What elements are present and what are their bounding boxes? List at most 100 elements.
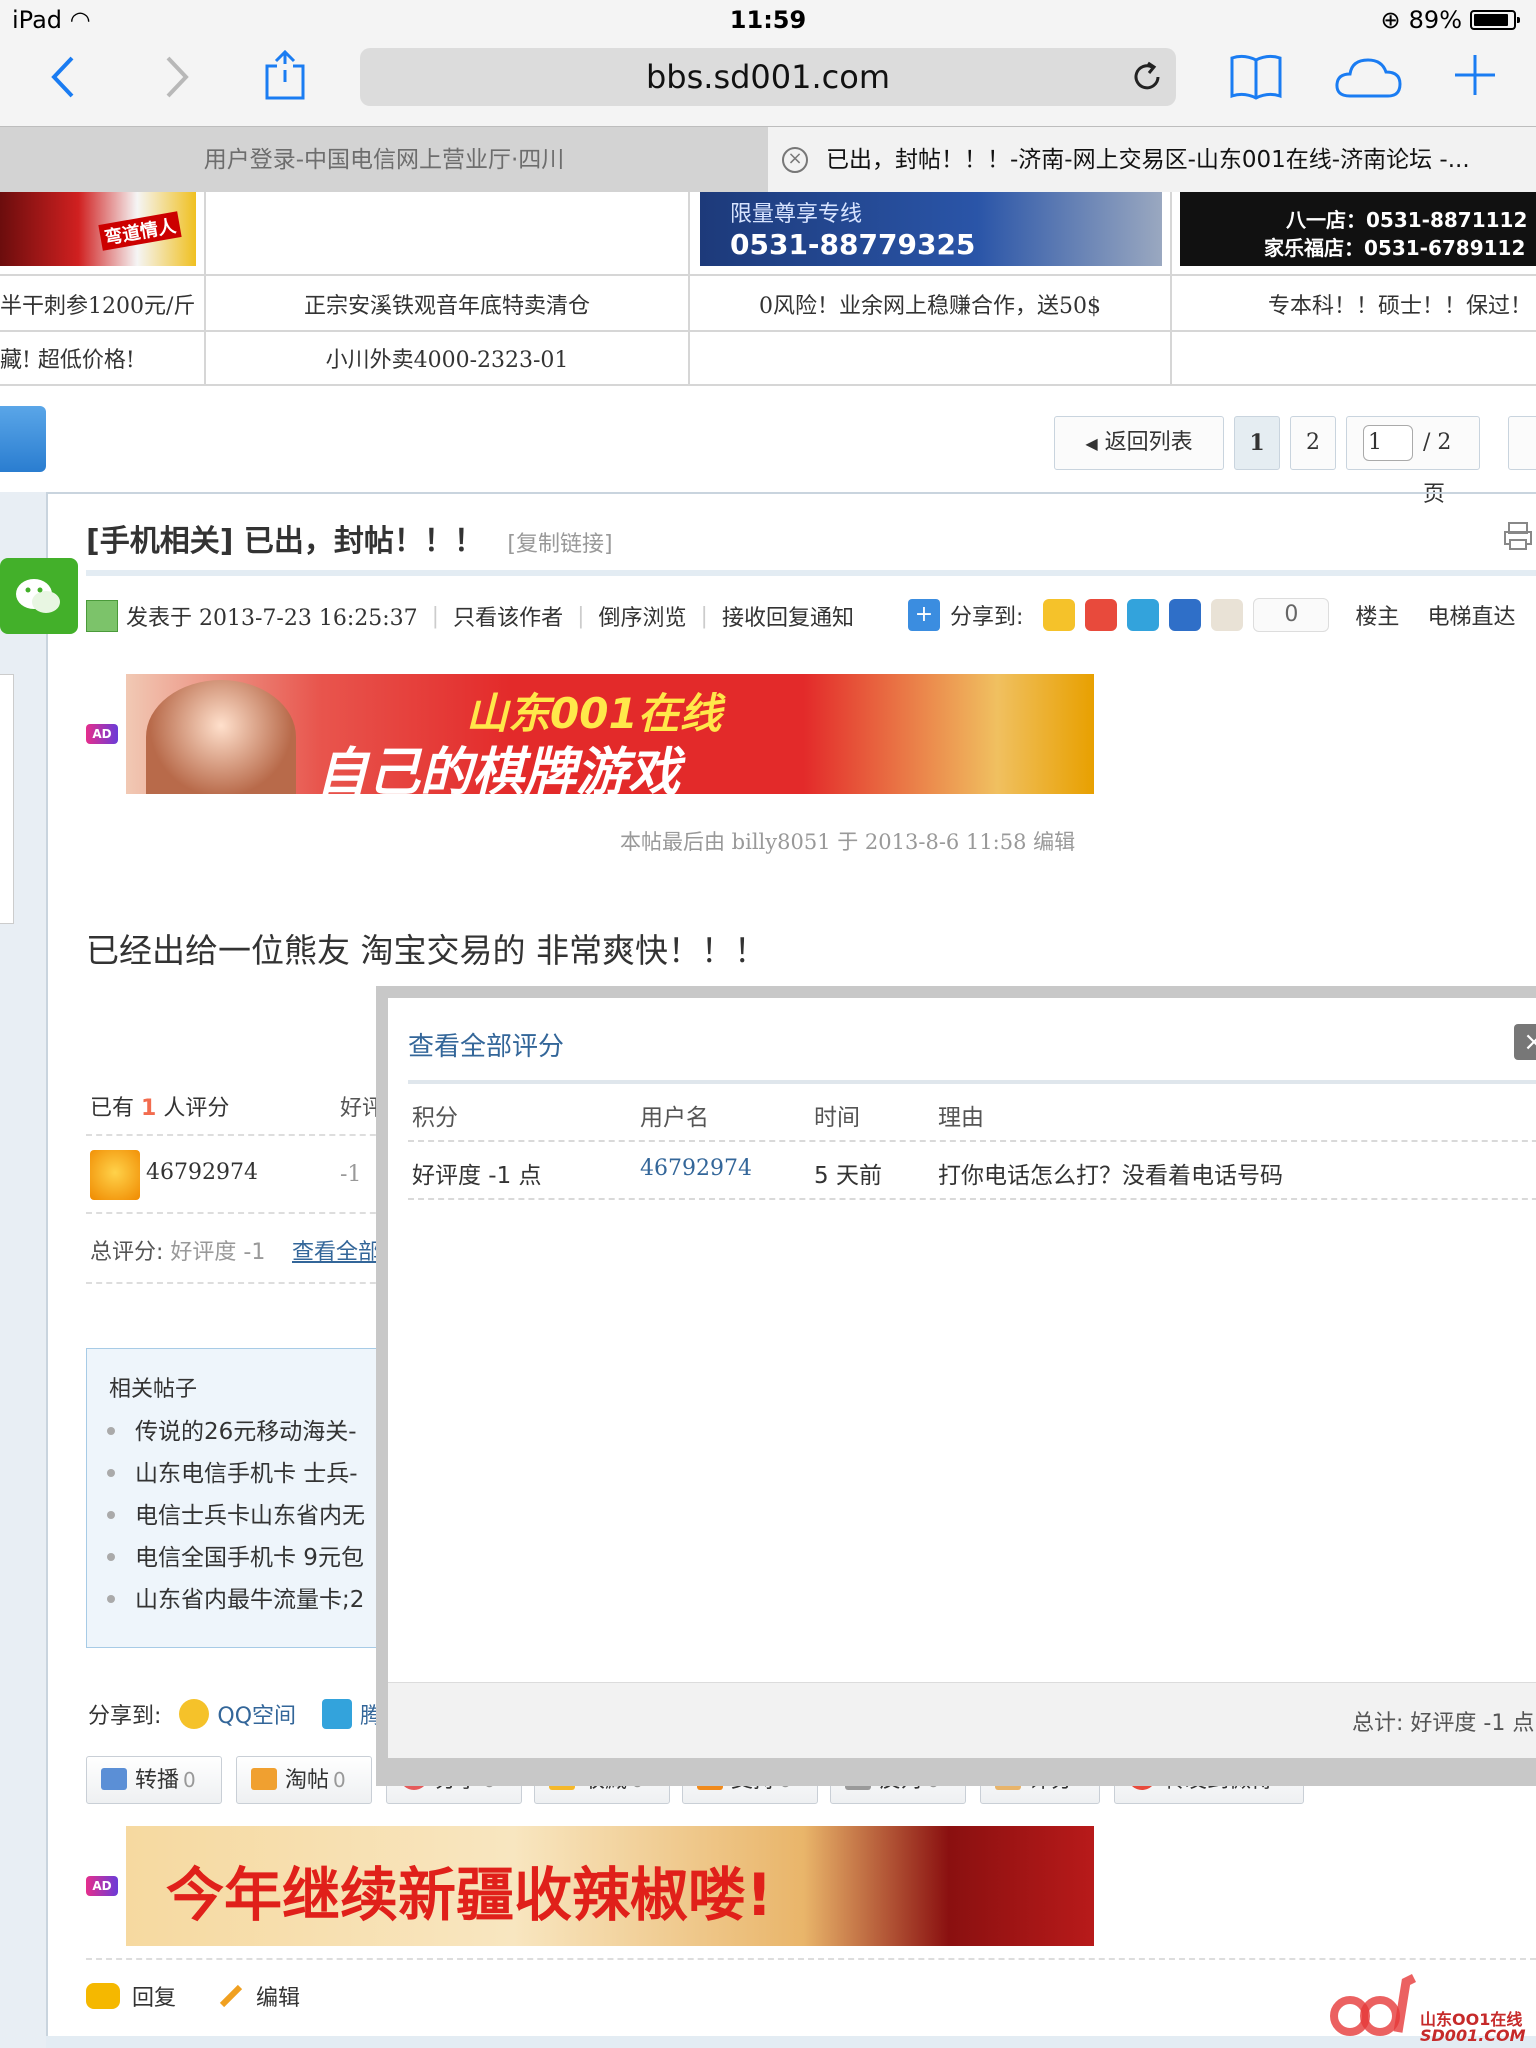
wechat-icon <box>16 579 60 613</box>
rater-username[interactable]: 46792974 <box>146 1160 258 1185</box>
battery-status: ⊕ 89% <box>1380 6 1520 34</box>
related-thread-item[interactable]: 电信全国手机卡 9元包 <box>87 1537 387 1579</box>
related-thread-item[interactable]: 山东省内最牛流量卡;2 <box>87 1579 387 1621</box>
share-icon[interactable] <box>262 49 308 106</box>
reload-icon[interactable] <box>1130 60 1164 98</box>
rotation-lock-icon: ⊕ <box>1380 6 1401 34</box>
next-page-button[interactable] <box>1508 416 1536 470</box>
ad-banner-chili[interactable]: 今年继续新疆收辣椒喽! <box>126 1826 1094 1946</box>
related-thread-item[interactable]: 传说的26元移动海关- <box>87 1411 387 1453</box>
rating-row-score: 好评度 -1 点 <box>412 1163 542 1189</box>
page-input[interactable]: 1 <box>1363 425 1413 461</box>
bottom-share-bar: 分享到: QQ空间 腾 <box>88 1698 382 1730</box>
renren-icon[interactable] <box>1169 599 1202 631</box>
post-body: 已经出给一位熊友 淘宝交易的 非常爽快！！！ <box>86 931 767 970</box>
qzone-icon[interactable] <box>1043 599 1076 631</box>
share-to-label: 分享到: <box>950 605 1024 630</box>
related-threads-title: 相关帖子 <box>109 1377 198 1402</box>
ad-label: AD <box>86 1876 118 1896</box>
related-thread-item[interactable]: 山东电信手机卡 士兵- <box>87 1453 387 1495</box>
edit-link[interactable]: 编辑 <box>256 1980 300 2012</box>
post-title: [手机相关] 已出，封帖！！！ [复制链接] <box>86 524 613 559</box>
view-all-ratings-link[interactable]: 查看全部 <box>292 1234 380 1266</box>
copy-link[interactable]: [复制链接] <box>507 532 612 557</box>
ad-link[interactable]: 专本科！！硕士！！保过！ <box>1172 288 1536 320</box>
rating-dialog: 查看全部评分 × 积分 用户名 时间 理由 好评度 -1 点 46792974 … <box>376 986 1536 1786</box>
ad-link[interactable]: 0风险！业余网上稳赚合作，送50$ <box>690 288 1170 320</box>
clock: 11:59 <box>729 6 807 34</box>
site-watermark: 山东OO1在线 SD001.COM <box>1328 1968 1536 2048</box>
edit-note: 本帖最后由 billy8051 于 2013-8-6 11:58 编辑 <box>620 830 1076 854</box>
online-icon <box>86 600 118 632</box>
tab-current[interactable]: × 已出，封帖！！！-济南-网上交易区-山东001在线-济南论坛 -... <box>768 127 1536 193</box>
only-author-link[interactable]: 只看该作者 <box>453 600 563 632</box>
ad-link[interactable]: 半干刺参1200元/斤 <box>0 288 204 320</box>
share-qzone-link[interactable]: QQ空间 <box>217 1698 296 1730</box>
post-footer-actions: 回复 编辑 <box>86 1980 300 2012</box>
ad-link[interactable]: 小川外卖4000-2323-01 <box>206 342 688 374</box>
battery-icon <box>1470 10 1520 30</box>
ad-banner-text: 弯道情人 <box>98 211 182 251</box>
ad-banner-text: 今年继续新疆收辣椒喽! <box>166 1861 773 1929</box>
ad-label: AD <box>86 724 118 744</box>
ad-banner-text: 八一店：0531-8871112 <box>1286 208 1528 232</box>
address-bar[interactable]: bbs.sd001.com <box>360 48 1176 106</box>
wechat-share-button[interactable] <box>0 558 78 634</box>
ad-banner-store[interactable]: 八一店：0531-8871112 家乐福店：0531-6789112 <box>1180 192 1536 266</box>
rating-header: 已有 1 人评分 <box>90 1096 230 1121</box>
tencent-weibo-icon[interactable] <box>1127 599 1160 631</box>
close-tab-icon[interactable]: × <box>782 147 808 173</box>
ad-link[interactable]: 正宗安溪铁观音年底特卖清仓 <box>206 288 688 320</box>
print-icon[interactable] <box>1502 520 1534 556</box>
share-count: 0 <box>1253 598 1330 632</box>
ad-banner-line2: 自己的棋牌游戏 <box>316 743 681 794</box>
page-2-button[interactable]: 2 <box>1290 416 1336 470</box>
rating-dialog-total: 总计: 好评度 -1 点 <box>1352 1711 1535 1736</box>
ad-banner-chess-game[interactable]: 山东001在线 自己的棋牌游戏 <box>126 674 1094 794</box>
caret-left-icon: ◀ <box>1085 434 1098 453</box>
rating-row-reason: 打你电话怎么打？没看着电话号码 <box>938 1163 1283 1189</box>
bookmarks-icon[interactable] <box>1228 52 1284 106</box>
reply-link[interactable]: 回复 <box>132 1980 176 2012</box>
rating-row-user[interactable]: 46792974 <box>640 1156 752 1181</box>
weibo-icon[interactable] <box>1085 599 1118 631</box>
new-tab-icon[interactable] <box>1452 52 1498 102</box>
close-dialog-icon[interactable]: × <box>1514 1024 1536 1060</box>
reply-icon <box>86 1983 120 2009</box>
related-threads-box: 相关帖子 传说的26元移动海关- 山东电信手机卡 士兵- 电信士兵卡山东省内无 … <box>86 1348 386 1648</box>
ad-banner-text: 限量尊享专线 <box>730 202 863 227</box>
related-thread-item[interactable]: 电信士兵卡山东省内无 <box>87 1495 387 1537</box>
plus-share-icon[interactable]: + <box>908 599 940 631</box>
left-gutter <box>0 492 46 2048</box>
tab-bar: 用户登录-中国电信网上营业厅·四川 × 已出，封帖！！！-济南-网上交易区-山东… <box>0 126 1536 193</box>
tab-login[interactable]: 用户登录-中国电信网上营业厅·四川 <box>0 127 768 193</box>
page-total: / 2 页 <box>1423 430 1452 507</box>
reverse-order-link[interactable]: 倒序浏览 <box>599 600 687 632</box>
user-avatar[interactable] <box>90 1150 140 1200</box>
ad-banner-scooter[interactable]: 限量尊享专线 0531-88779325 <box>700 192 1162 266</box>
col-username: 用户名 <box>640 1105 709 1131</box>
url-text: bbs.sd001.com <box>645 58 891 96</box>
repost-button[interactable]: 转播 0 <box>86 1756 222 1804</box>
forward-icon[interactable] <box>162 52 192 109</box>
page-1-button[interactable]: 1 <box>1234 416 1280 470</box>
ad-link[interactable]: 藏! 超低价格! <box>0 342 204 374</box>
rating-row-time: 5 天前 <box>814 1163 882 1189</box>
ad-banner-phone: 0531-88779325 <box>730 228 976 261</box>
ad-banner-motorbike[interactable]: 弯道情人 <box>0 192 196 266</box>
back-icon[interactable] <box>48 52 78 109</box>
elevator-link[interactable]: 电梯直达 <box>1427 599 1515 631</box>
taotie-icon <box>251 1768 277 1790</box>
collect-thread-button[interactable]: 淘帖 0 <box>236 1756 372 1804</box>
icloud-tabs-icon[interactable] <box>1334 56 1404 104</box>
page-jump: 1 / 2 页 <box>1346 416 1480 507</box>
new-post-button[interactable] <box>0 406 46 472</box>
rating-total: 总评分: 好评度 -1 <box>90 1240 266 1265</box>
post-date: 发表于 2013-7-23 16:25:37 <box>126 606 418 631</box>
rater-score: -1 <box>340 1162 362 1187</box>
pengyou-icon[interactable] <box>1211 599 1244 631</box>
repost-icon <box>101 1768 127 1790</box>
back-to-list-button[interactable]: ◀ 返回列表 <box>1054 416 1224 470</box>
ad-figure-image <box>146 680 296 794</box>
reply-notify-link[interactable]: 接收回复通知 <box>722 600 854 632</box>
